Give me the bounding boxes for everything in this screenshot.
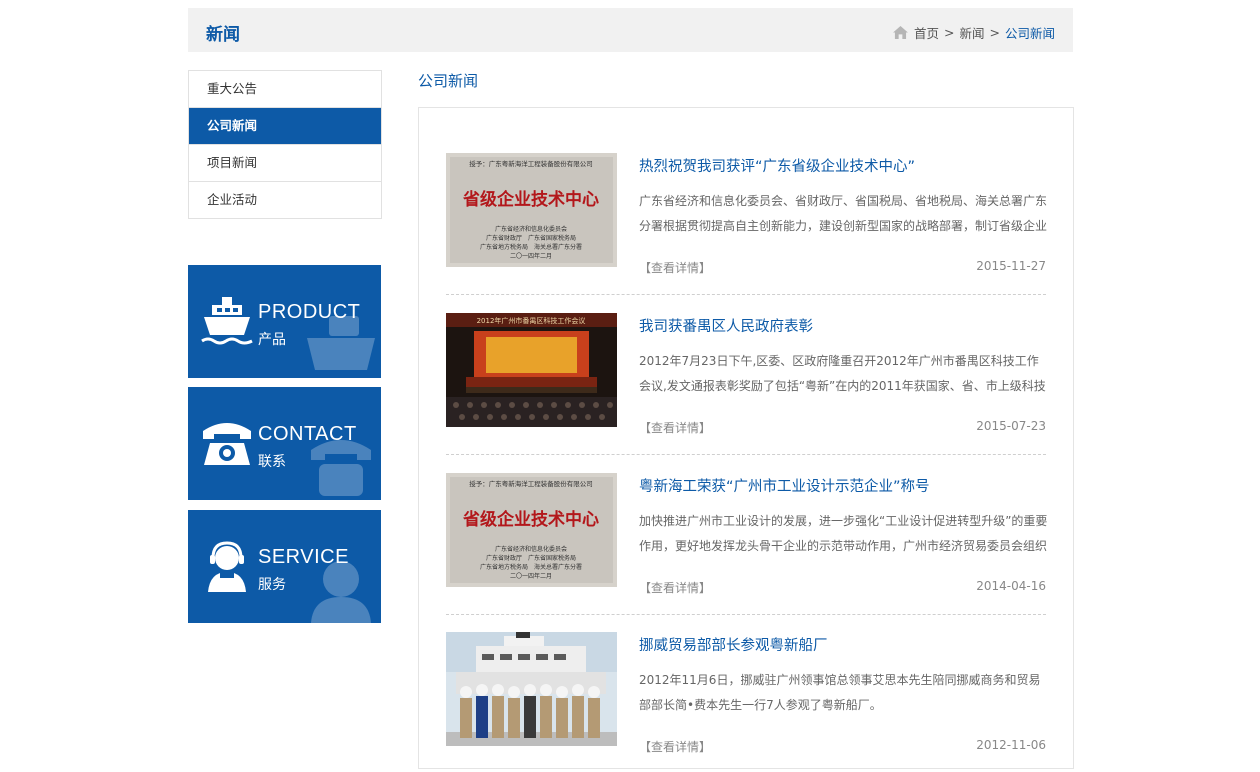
news-divider bbox=[446, 454, 1046, 455]
product-title-cn: 产品 bbox=[258, 332, 286, 348]
news-item: 授予：广东粤新海洋工程装备股份有限公司 省级企业技术中心 广东省经济和信息化委员… bbox=[446, 473, 1048, 613]
news-date: 2014-04-16 bbox=[976, 579, 1046, 593]
plaque-line: 广东省财政厅 广东省国家税务局 bbox=[486, 234, 576, 242]
sidebar-item-announcements[interactable]: 重大公告 bbox=[189, 71, 381, 108]
breadcrumb: 首页 > 新闻 > 公司新闻 bbox=[893, 23, 1055, 42]
contact-title-en: CONTACT bbox=[258, 423, 357, 445]
news-summary: 2012年11月6日，挪威驻广州领事馆总领事艾思本先生陪同挪威商务和贸易部部长简… bbox=[639, 673, 1041, 712]
page-title: 新闻 bbox=[206, 25, 240, 45]
plaque-line: 广东省地方税务局 海关总署广东分署 bbox=[480, 563, 582, 571]
view-details-link[interactable]: 【查看详情】 bbox=[639, 259, 711, 276]
plaque-top-text: 授予：广东粤新海洋工程装备股份有限公司 bbox=[469, 479, 593, 488]
view-details-link[interactable]: 【查看详情】 bbox=[639, 579, 711, 596]
section-title: 公司新闻 bbox=[418, 72, 479, 90]
plaque-top-text: 授予：广东粤新海洋工程装备股份有限公司 bbox=[469, 159, 593, 168]
news-date: 2012-11-06 bbox=[976, 738, 1046, 752]
plaque-line: 广东省财政厅 广东省国家税务局 bbox=[486, 554, 576, 562]
sidebar-item-company-news[interactable]: 公司新闻 bbox=[189, 108, 381, 145]
breadcrumb-separator: > bbox=[989, 25, 1000, 40]
news-summary: 广东省经济和信息化委员会、省财政厅、省国税局、省地税局、海关总署广东分署根据贯彻… bbox=[639, 194, 1048, 233]
news-divider bbox=[446, 294, 1046, 295]
plaque-line: 二〇一四年二月 bbox=[510, 572, 552, 580]
breadcrumb-news-link[interactable]: 新闻 bbox=[959, 23, 984, 42]
plaque-main-text: 省级企业技术中心 bbox=[462, 509, 599, 530]
product-link-block[interactable]: PRODUCT 产品 bbox=[188, 265, 381, 378]
news-thumbnail-conference[interactable]: 2012年广州市番禺区科技工作会议 bbox=[446, 313, 617, 427]
news-thumbnail-plaque[interactable]: 授予：广东粤新海洋工程装备股份有限公司 省级企业技术中心 广东省经济和信息化委员… bbox=[446, 153, 617, 267]
view-details-link[interactable]: 【查看详情】 bbox=[639, 419, 711, 436]
page-header: 新闻 首页 > 新闻 > 公司新闻 bbox=[188, 8, 1073, 52]
plaque-line: 广东省经济和信息化委员会 bbox=[495, 225, 567, 233]
telephone-icon bbox=[203, 423, 251, 465]
sidebar-item-corporate-events[interactable]: 企业活动 bbox=[189, 182, 381, 219]
news-date: 2015-11-27 bbox=[976, 259, 1046, 273]
page: 新闻 首页 > 新闻 > 公司新闻 重大公告 公司新闻 项目新闻 企业活动 PR… bbox=[0, 0, 1260, 769]
news-list-panel: 授予：广东粤新海洋工程装备股份有限公司 省级企业技术中心 广东省经济和信息化委员… bbox=[418, 107, 1074, 769]
news-summary: 加快推进广州市工业设计的发展，进一步强化“工业设计促进转型升级”的重要作用，更好… bbox=[639, 514, 1048, 553]
breadcrumb-home-link[interactable]: 首页 bbox=[914, 23, 939, 42]
conference-banner-text: 2012年广州市番禺区科技工作会议 bbox=[477, 316, 586, 325]
service-link-block[interactable]: SERVICE 服务 bbox=[188, 510, 381, 623]
plaque-line: 广东省地方税务局 海关总署广东分署 bbox=[480, 243, 582, 251]
news-divider bbox=[446, 614, 1046, 615]
news-item: 授予：广东粤新海洋工程装备股份有限公司 省级企业技术中心 广东省经济和信息化委员… bbox=[446, 153, 1048, 293]
news-title-link[interactable]: 挪威贸易部部长参观粤新船厂 bbox=[639, 634, 828, 655]
view-details-link[interactable]: 【查看详情】 bbox=[639, 738, 711, 755]
news-thumbnail-plaque[interactable]: 授予：广东粤新海洋工程装备股份有限公司 省级企业技术中心 广东省经济和信息化委员… bbox=[446, 473, 617, 587]
product-title-en: PRODUCT bbox=[258, 301, 361, 323]
contact-title-cn: 联系 bbox=[258, 454, 286, 470]
news-item: 2012年广州市番禺区科技工作会议 我司获番禺区人民政府表彰 2012年7月23… bbox=[446, 313, 1046, 453]
contact-link-block[interactable]: CONTACT 联系 bbox=[188, 387, 381, 500]
sidebar-menu: 重大公告 公司新闻 项目新闻 企业活动 bbox=[188, 70, 382, 219]
service-title-en: SERVICE bbox=[258, 546, 349, 568]
news-item: 挪威贸易部部长参观粤新船厂 2012年11月6日，挪威驻广州领事馆总领事艾思本先… bbox=[446, 632, 1046, 772]
headset-operator-icon bbox=[208, 541, 246, 592]
home-icon[interactable] bbox=[893, 26, 908, 39]
news-title-link[interactable]: 粤新海工荣获“广州市工业设计示范企业”称号 bbox=[639, 475, 930, 496]
news-title-link[interactable]: 我司获番禺区人民政府表彰 bbox=[639, 315, 813, 336]
breadcrumb-current: 公司新闻 bbox=[1004, 26, 1055, 41]
plaque-line: 二〇一四年二月 bbox=[510, 252, 552, 260]
news-date: 2015-07-23 bbox=[976, 419, 1046, 433]
breadcrumb-separator: > bbox=[944, 25, 955, 40]
news-thumbnail-ship-group[interactable] bbox=[446, 632, 617, 746]
plaque-main-text: 省级企业技术中心 bbox=[462, 189, 599, 210]
news-title-link[interactable]: 热烈祝贺我司获评“广东省级企业技术中心” bbox=[639, 155, 915, 176]
service-title-cn: 服务 bbox=[258, 577, 286, 593]
news-summary: 2012年7月23日下午,区委、区政府隆重召开2012年广州市番禺区科技工作会议… bbox=[639, 354, 1046, 393]
ship-icon bbox=[201, 297, 253, 345]
plaque-line: 广东省经济和信息化委员会 bbox=[495, 545, 567, 553]
sidebar-item-project-news[interactable]: 项目新闻 bbox=[189, 145, 381, 182]
